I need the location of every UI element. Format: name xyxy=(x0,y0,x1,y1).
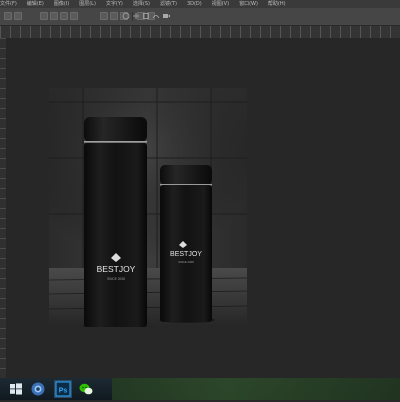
rotate-icon[interactable] xyxy=(122,12,130,20)
short-bottle-cap xyxy=(160,165,212,185)
photoshop-label: Ps xyxy=(59,388,68,395)
document-canvas[interactable]: BESTJOY SINCE 2008 BESTJOY SINCE 2008 xyxy=(49,88,247,327)
menu-image[interactable]: 图像(I) xyxy=(54,0,69,8)
selection-mode-group xyxy=(40,12,78,21)
tall-bottle-body xyxy=(84,143,147,327)
product-photo: BESTJOY SINCE 2008 BESTJOY SINCE 2008 xyxy=(49,88,247,327)
video-icon[interactable] xyxy=(162,12,170,20)
wooden-floor xyxy=(49,268,247,327)
tool-preset-group xyxy=(4,12,22,21)
menu-filter[interactable]: 滤镜(T) xyxy=(160,0,177,8)
warp-icon[interactable] xyxy=(152,12,160,20)
menu-layer[interactable]: 图层(L) xyxy=(79,0,96,8)
menu-bar: 文件(F) 编辑(E) 图像(I) 图层(L) 文字(Y) 选择(S) 滤镜(T… xyxy=(0,0,400,8)
menu-edit[interactable]: 编辑(E) xyxy=(27,0,44,8)
move-icon[interactable] xyxy=(132,12,140,20)
windows-logo-icon xyxy=(10,383,22,395)
new-selection-button[interactable] xyxy=(40,12,48,20)
tall-bottle: BESTJOY SINCE 2008 xyxy=(83,117,147,327)
taskbar: Ps xyxy=(0,378,400,400)
photoshop-icon: Ps xyxy=(55,381,71,397)
intersect-selection-button[interactable] xyxy=(70,12,78,20)
transform-group xyxy=(122,12,170,21)
short-bottle-tagline: SINCE 2008 xyxy=(178,260,194,264)
options-bar xyxy=(0,8,400,26)
add-selection-button[interactable] xyxy=(50,12,58,20)
align-left-button[interactable] xyxy=(100,12,108,20)
wechat-taskbar-button[interactable] xyxy=(78,381,94,397)
menu-window[interactable]: 窗口(W) xyxy=(239,0,258,8)
tool-preset-button[interactable] xyxy=(4,12,12,20)
taskbar-wallpaper xyxy=(112,378,400,400)
align-center-button[interactable] xyxy=(110,12,118,20)
tall-bottle-brand: BESTJOY xyxy=(97,264,136,274)
menu-type[interactable]: 文字(Y) xyxy=(106,0,123,8)
tall-bottle-cap xyxy=(84,117,147,142)
scale-icon[interactable] xyxy=(142,12,150,20)
tall-bottle-ring xyxy=(84,141,147,143)
menu-select[interactable]: 选择(S) xyxy=(133,0,150,8)
tool-mode-button[interactable] xyxy=(14,12,22,20)
wechat-icon xyxy=(79,383,93,395)
tall-bottle-tagline: SINCE 2008 xyxy=(107,277,125,281)
short-bottle: BESTJOY SINCE 2008 xyxy=(159,165,215,323)
browser-icon xyxy=(31,382,45,396)
menu-file[interactable]: 文件(F) xyxy=(0,0,17,8)
short-bottle-brand: BESTJOY xyxy=(170,251,202,258)
browser-taskbar-button[interactable] xyxy=(30,381,46,397)
document-workspace[interactable]: BESTJOY SINCE 2008 BESTJOY SINCE 2008 xyxy=(6,38,400,378)
photoshop-taskbar-button[interactable]: Ps xyxy=(54,380,72,398)
menu-3d[interactable]: 3D(D) xyxy=(187,0,202,8)
subtract-selection-button[interactable] xyxy=(60,12,68,20)
menu-help[interactable]: 帮助(H) xyxy=(268,0,286,8)
menu-view[interactable]: 视图(V) xyxy=(212,0,229,8)
start-button[interactable] xyxy=(8,381,24,397)
